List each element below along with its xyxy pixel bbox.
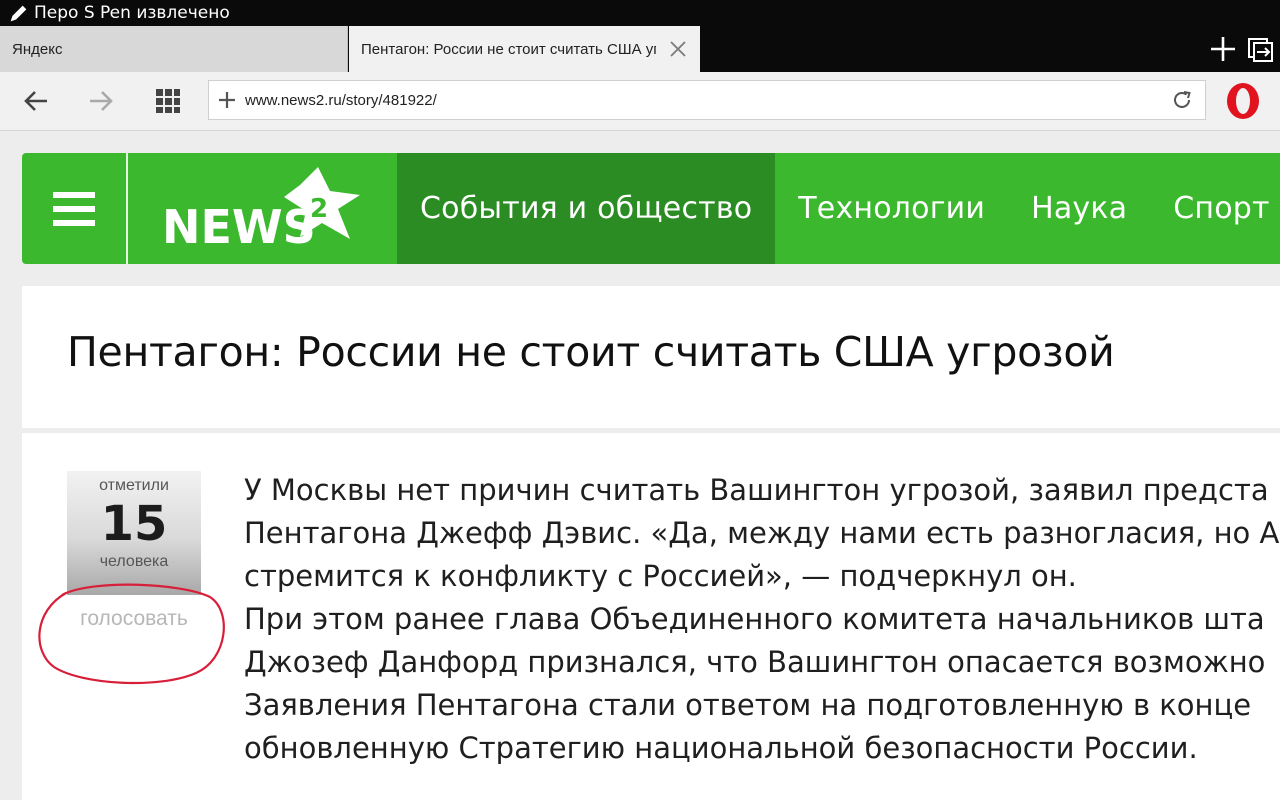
- forward-icon: [90, 91, 113, 111]
- menu-button[interactable]: [22, 153, 126, 264]
- url-input[interactable]: [245, 91, 1159, 109]
- article-line: обновленную Стратегию национальной безоп…: [244, 731, 1198, 765]
- tab-label: Пентагон: России не стоит считать США уг…: [361, 40, 656, 58]
- news2-logo[interactable]: NEWS 2: [160, 165, 372, 251]
- nav-divider: [126, 153, 128, 264]
- vote-link[interactable]: голосовать: [67, 603, 201, 635]
- hamburger-icon: [53, 191, 95, 226]
- address-bar: [208, 80, 1206, 120]
- tab-news2-article[interactable]: Пентагон: России не стоит считать США уг…: [349, 26, 700, 72]
- tab-close-icon[interactable]: [668, 39, 688, 59]
- vote-top-label: отметили: [99, 477, 169, 494]
- tab-manager-button[interactable]: [1242, 26, 1280, 72]
- vote-counter: отметили 15 человека: [67, 471, 201, 595]
- nav-items: События и общество Технологии Наука Спор…: [397, 153, 1280, 264]
- article-title: Пентагон: России не стоит считать США уг…: [67, 328, 1115, 376]
- vote-count: 15: [100, 496, 168, 552]
- opera-menu-icon: [1227, 83, 1259, 119]
- article-line: стремится к конфликту с Россией», — подч…: [244, 559, 1077, 593]
- vote-bottom-label: человека: [99, 553, 169, 570]
- article-text: У Москвы нет причин считать Вашингтон уг…: [244, 469, 1280, 770]
- tab-yandex[interactable]: Яндекс: [0, 26, 348, 72]
- status-bar: Перо S Pen извлечено: [0, 0, 1280, 26]
- new-tab-icon: [1211, 37, 1235, 61]
- logo-text: NEWS: [162, 200, 316, 251]
- site-navigation: NEWS 2 События и общество Технологии Нау…: [22, 153, 1280, 264]
- speed-dial-button[interactable]: [150, 83, 186, 119]
- red-annotation-circle: [38, 583, 225, 685]
- forward-button[interactable]: [83, 83, 119, 119]
- article-line: Пентагона Джефф Дэвис. «Да, между нами е…: [244, 516, 1280, 550]
- speed-dial-icon: [156, 89, 180, 113]
- logo-badge: 2: [310, 194, 328, 224]
- browser-toolbar: [0, 72, 1280, 131]
- tab-actions: [1204, 26, 1280, 72]
- reload-button[interactable]: [1159, 81, 1205, 119]
- article-line: Джозеф Данфорд признался, что Вашингтон …: [244, 645, 1266, 679]
- tab-manager-icon: [1248, 38, 1273, 62]
- back-button[interactable]: [18, 83, 54, 119]
- nav-item-society[interactable]: События и общество: [397, 153, 776, 264]
- article-line: При этом ранее глава Объединенного комит…: [244, 602, 1265, 636]
- article-line: Заявления Пентагона стали ответом на под…: [244, 688, 1252, 722]
- tab-strip: Яндекс Пентагон: России не стоит считать…: [0, 26, 1280, 72]
- nav-item-sport[interactable]: Спорт: [1150, 153, 1280, 264]
- add-bookmark-button[interactable]: [209, 81, 245, 119]
- nav-item-technology[interactable]: Технологии: [775, 153, 1008, 264]
- article-body-card: отметили 15 человека голосовать У Москвы…: [22, 433, 1280, 800]
- status-message: Перо S Pen извлечено: [34, 3, 230, 23]
- article-title-card: Пентагон: России не стоит считать США уг…: [22, 286, 1280, 428]
- add-icon: [219, 92, 235, 108]
- pen-icon: [10, 5, 27, 22]
- opera-menu-button[interactable]: [1220, 78, 1266, 124]
- article-line: У Москвы нет причин считать Вашингтон уг…: [244, 473, 1269, 507]
- back-icon: [24, 91, 47, 111]
- reload-icon: [1174, 91, 1191, 108]
- tab-label: Яндекс: [12, 40, 63, 58]
- nav-item-science[interactable]: Наука: [1008, 153, 1150, 264]
- new-tab-button[interactable]: [1204, 26, 1242, 72]
